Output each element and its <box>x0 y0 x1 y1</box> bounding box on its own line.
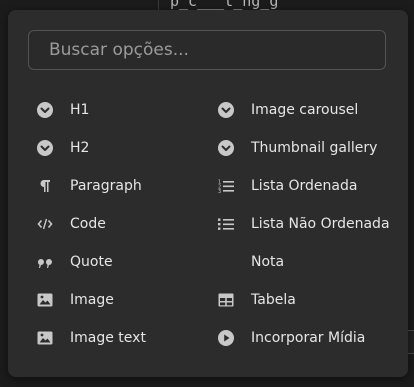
code-icon <box>36 215 54 233</box>
chevron-circle-icon <box>36 101 54 119</box>
menu-item-image[interactable]: Image <box>36 287 196 313</box>
search-options-input[interactable] <box>28 30 386 70</box>
menu-item-quote[interactable]: Quote <box>36 249 196 275</box>
menu-item-thumbnail-gallery[interactable]: Thumbnail gallery <box>217 135 397 161</box>
menu-item-label: Quote <box>70 254 113 270</box>
menu-item-tabela[interactable]: Tabela <box>217 287 397 313</box>
menu-item-image-text[interactable]: Image text <box>36 325 196 351</box>
unordered-list-icon <box>217 215 235 233</box>
quote-icon <box>36 253 54 271</box>
menu-item-label: Code <box>70 216 106 232</box>
menu-item-unordered-list[interactable]: Lista Não Ordenada <box>217 211 397 237</box>
menu-item-ordered-list[interactable]: 123 Lista Ordenada <box>217 173 397 199</box>
image-icon <box>36 329 54 347</box>
menu-item-label: Thumbnail gallery <box>251 140 378 156</box>
menu-item-h2[interactable]: H2 <box>36 135 196 161</box>
menu-item-h1[interactable]: H1 <box>36 97 196 123</box>
table-icon <box>217 291 235 309</box>
menu-item-image-carousel[interactable]: Image carousel <box>217 97 397 123</box>
menu-item-incorporar-midia[interactable]: Incorporar Mídia <box>217 325 397 351</box>
insert-block-menu: H1 H2 Paragraph Code Quote Image <box>8 10 408 377</box>
menu-item-label: Image text <box>70 330 146 346</box>
chevron-circle-icon <box>217 101 235 119</box>
menu-item-label: Incorporar Mídia <box>251 330 366 346</box>
menu-item-label: Nota <box>251 254 285 270</box>
menu-item-label: Image <box>70 292 114 308</box>
menu-item-label: H1 <box>70 102 90 118</box>
menu-item-label: Paragraph <box>70 178 142 194</box>
menu-item-label: Lista Ordenada <box>251 178 358 194</box>
menu-item-label: Tabela <box>251 292 296 308</box>
play-circle-icon <box>217 329 235 347</box>
menu-item-code[interactable]: Code <box>36 211 196 237</box>
menu-item-nota[interactable]: Nota <box>217 249 397 275</box>
menu-item-label: Image carousel <box>251 102 359 118</box>
image-icon <box>36 291 54 309</box>
chevron-circle-icon <box>217 139 235 157</box>
ordered-list-icon: 123 <box>217 177 235 195</box>
menu-item-paragraph[interactable]: Paragraph <box>36 173 196 199</box>
chevron-circle-icon <box>36 139 54 157</box>
blank-icon <box>217 253 235 271</box>
editor-edge-control <box>408 330 414 354</box>
svg-text:3: 3 <box>218 189 221 193</box>
editor-code-fragment: p_c___t_ng_g <box>170 0 279 10</box>
pilcrow-icon <box>36 177 54 195</box>
menu-item-label: H2 <box>70 140 90 156</box>
menu-item-label: Lista Não Ordenada <box>251 216 390 232</box>
